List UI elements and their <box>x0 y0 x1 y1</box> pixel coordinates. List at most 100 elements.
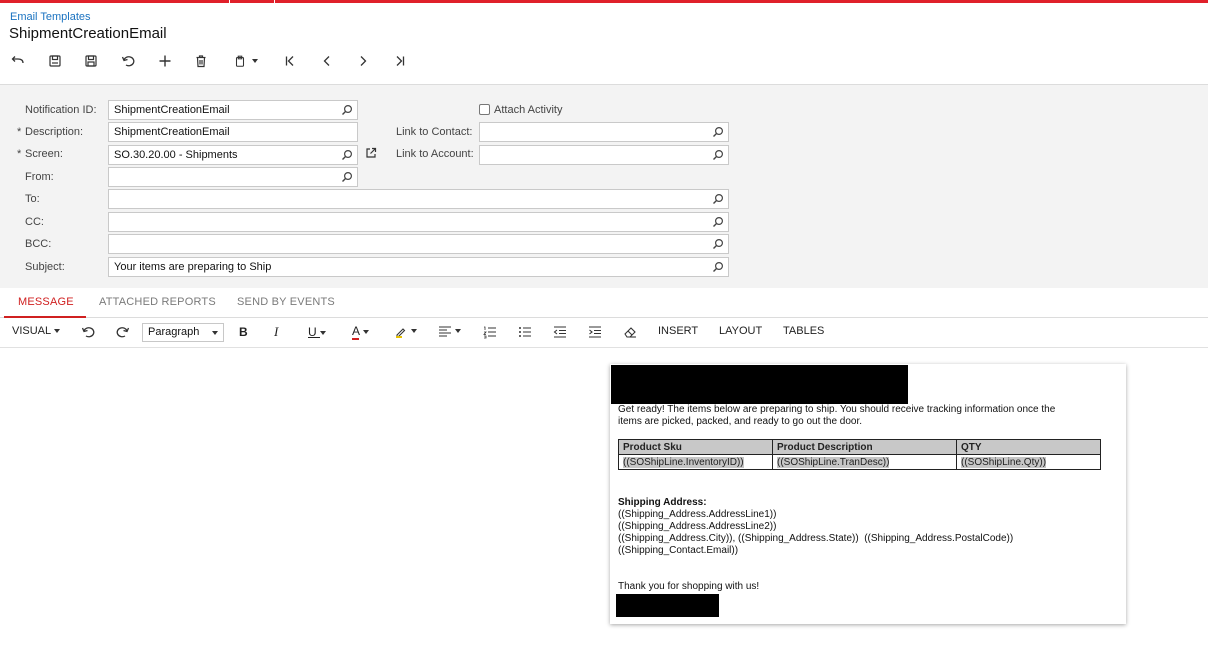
link-to-account-field[interactable] <box>479 145 729 165</box>
screen-label: Screen: <box>25 148 63 160</box>
visual-mode-dropdown[interactable]: VISUAL <box>12 325 60 337</box>
table-header-cell: Product Description <box>772 439 957 455</box>
notification-id-label: Notification ID: <box>25 104 97 116</box>
screen-field[interactable]: SO.30.20.00 - Shipments <box>108 145 358 165</box>
address-line-3: ((Shipping_Address.City)), ((Shipping_Ad… <box>618 533 1014 544</box>
link-to-contact-label: Link to Contact: <box>396 126 473 138</box>
paragraph-style-select[interactable]: Paragraph <box>142 323 224 342</box>
copy-paste-icon[interactable] <box>226 49 264 73</box>
page-title: ShipmentCreationEmail <box>9 25 167 42</box>
search-icon[interactable] <box>341 104 353 116</box>
italic-icon[interactable]: I <box>274 324 278 340</box>
subject-value: Your items are preparing to Ship <box>114 261 272 273</box>
eraser-icon[interactable] <box>622 324 638 340</box>
to-label: To: <box>25 193 40 205</box>
cc-label: CC: <box>25 216 44 228</box>
last-record-icon[interactable] <box>387 49 413 73</box>
table-row: ((SOShipLine.InventoryID)) ((SOShipLine.… <box>618 454 1101 470</box>
address-line-2: ((Shipping_Address.AddressLine2)) <box>618 521 777 532</box>
notification-id-value: ShipmentCreationEmail <box>114 104 230 116</box>
bcc-field[interactable] <box>108 234 729 254</box>
tab-send-by-events[interactable]: SEND BY EVENTS <box>237 296 335 308</box>
layout-menu[interactable]: LAYOUT <box>719 325 762 337</box>
attach-activity-checkbox[interactable] <box>479 104 490 115</box>
bold-icon[interactable]: B <box>239 325 248 339</box>
subject-field[interactable]: Your items are preparing to Ship <box>108 257 729 277</box>
screen-value: SO.30.20.00 - Shipments <box>114 149 238 161</box>
bulleted-list-icon[interactable] <box>517 324 533 340</box>
link-to-contact-field[interactable] <box>479 122 729 142</box>
previous-record-icon[interactable] <box>314 49 340 73</box>
placeholder-field: ((SOShipLine.InventoryID)) <box>623 456 744 468</box>
subject-label: Subject: <box>25 261 65 273</box>
cc-field[interactable] <box>108 212 729 232</box>
placeholder-field: ((SOShipLine.Qty)) <box>961 456 1047 468</box>
add-icon[interactable] <box>152 49 178 73</box>
table-header-cell: Product Sku <box>618 439 773 455</box>
bcc-label: BCC: <box>25 238 52 250</box>
next-record-icon[interactable] <box>350 49 376 73</box>
insert-menu[interactable]: INSERT <box>658 325 698 337</box>
search-icon[interactable] <box>712 126 724 138</box>
chevron-down-icon <box>251 59 258 63</box>
chevron-down-icon <box>362 329 369 334</box>
redo-icon[interactable] <box>115 324 131 340</box>
outdent-icon[interactable] <box>552 324 568 340</box>
search-icon[interactable] <box>712 216 724 228</box>
address-line-1: ((Shipping_Address.AddressLine1)) <box>618 509 777 520</box>
description-value: ShipmentCreationEmail <box>114 126 230 138</box>
link-to-account-label: Link to Account: <box>396 148 474 160</box>
notification-id-field[interactable]: ShipmentCreationEmail <box>108 100 358 120</box>
table-header-cell: QTY <box>956 439 1101 455</box>
breadcrumb[interactable]: Email Templates <box>10 11 91 23</box>
table-cell: ((SOShipLine.InventoryID)) <box>618 454 773 470</box>
email-template-preview[interactable]: Get ready! The items below are preparing… <box>610 364 1126 624</box>
search-icon[interactable] <box>712 149 724 161</box>
tab-attached-reports[interactable]: ATTACHED REPORTS <box>99 296 216 308</box>
tables-menu[interactable]: TABLES <box>783 325 824 337</box>
first-record-icon[interactable] <box>277 49 303 73</box>
email-intro-line-1: Get ready! The items below are preparing… <box>618 404 1056 415</box>
tab-message[interactable]: MESSAGE <box>18 296 74 308</box>
search-icon[interactable] <box>712 193 724 205</box>
delete-icon[interactable] <box>188 49 214 73</box>
indent-icon[interactable] <box>587 324 603 340</box>
search-icon[interactable] <box>341 149 353 161</box>
thanks-line: Thank you for shopping with us! <box>618 581 760 592</box>
attach-activity-label: Attach Activity <box>494 104 563 116</box>
font-color-icon[interactable]: A <box>352 324 369 340</box>
editor-toolbar: VISUAL Paragraph B I U A INSERT LAYOUT T… <box>0 318 1208 348</box>
main-toolbar <box>0 49 420 73</box>
underline-icon[interactable]: U <box>308 325 326 339</box>
chevron-down-icon <box>320 330 326 335</box>
align-icon[interactable] <box>438 324 462 338</box>
visual-mode-label: VISUAL <box>12 325 51 337</box>
save-icon[interactable] <box>78 49 104 73</box>
save-close-icon[interactable] <box>42 49 68 73</box>
numbered-list-icon[interactable] <box>482 324 498 340</box>
undo-icon[interactable] <box>115 49 141 73</box>
undo-icon[interactable] <box>80 324 96 340</box>
address-line-4: ((Shipping_Contact.Email)) <box>618 545 739 556</box>
top-accent-bar <box>0 0 1208 3</box>
search-icon[interactable] <box>341 171 353 183</box>
from-label: From: <box>25 171 54 183</box>
search-icon[interactable] <box>712 261 724 273</box>
external-link-icon[interactable] <box>364 146 378 160</box>
table-cell: ((SOShipLine.TranDesc)) <box>772 454 957 470</box>
to-field[interactable] <box>108 189 729 209</box>
chevron-down-icon <box>212 331 218 335</box>
email-product-table[interactable]: Product Sku Product Description QTY ((SO… <box>618 439 1101 470</box>
chevron-down-icon <box>455 329 462 333</box>
paragraph-style-value: Paragraph <box>148 326 200 338</box>
redacted-signature <box>616 594 719 617</box>
highlight-icon[interactable] <box>394 324 418 338</box>
from-field[interactable] <box>108 167 358 187</box>
email-intro-line-2: items are picked, packed, and ready to g… <box>618 416 863 427</box>
back-icon[interactable] <box>5 49 31 73</box>
description-field[interactable]: ShipmentCreationEmail <box>108 122 358 142</box>
search-icon[interactable] <box>712 238 724 250</box>
shipping-address-heading: Shipping Address: <box>618 497 707 508</box>
chevron-down-icon <box>53 329 60 334</box>
chevron-down-icon <box>411 329 418 333</box>
